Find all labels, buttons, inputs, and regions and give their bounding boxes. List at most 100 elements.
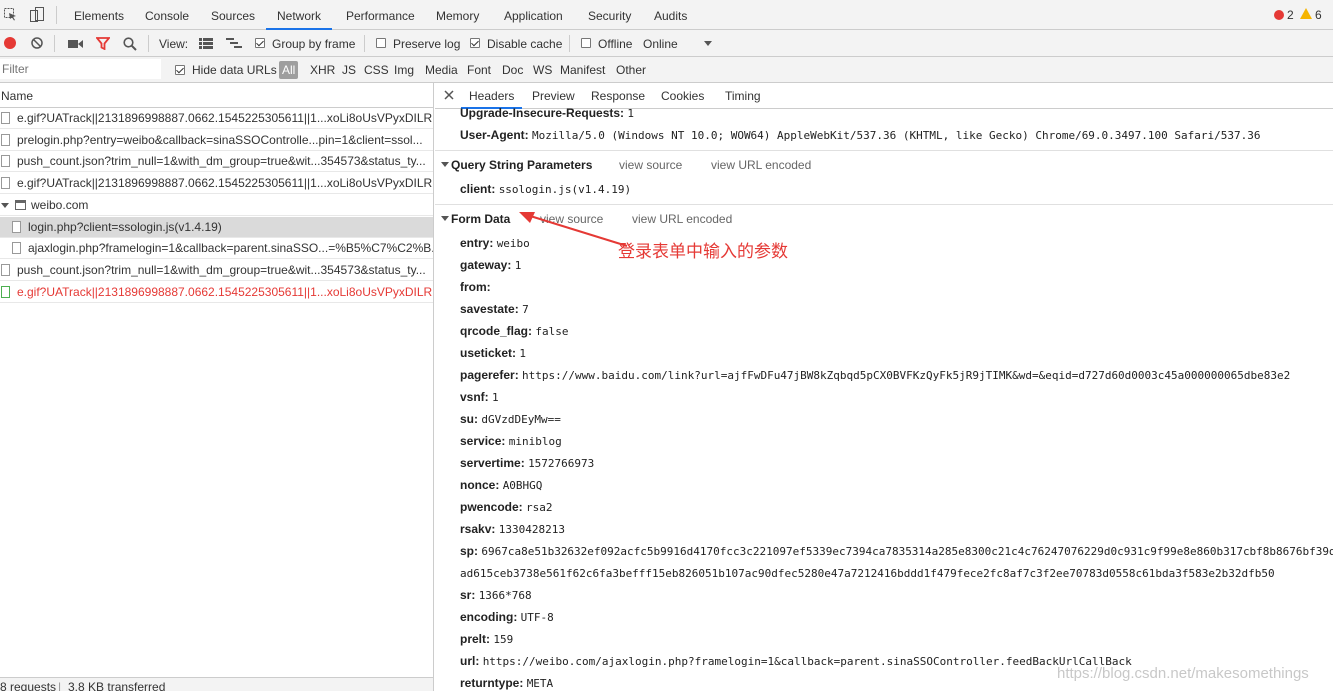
param-key: Upgrade-Insecure-Requests: xyxy=(460,106,625,120)
tab-memory[interactable]: Memory xyxy=(436,0,479,29)
section-toggle-icon[interactable] xyxy=(441,216,449,221)
hide-data-urls-checkbox[interactable] xyxy=(175,65,185,75)
request-name: prelogin.php?entry=weibo&callback=sinaSS… xyxy=(17,132,423,147)
filter-input[interactable] xyxy=(0,59,161,79)
request-count: 8 requests xyxy=(0,680,57,691)
tab-sources[interactable]: Sources xyxy=(211,0,255,29)
large-rows-icon[interactable] xyxy=(199,38,213,49)
tab-elements[interactable]: Elements xyxy=(74,0,124,29)
hide-data-urls-label[interactable]: Hide data URLs xyxy=(192,63,277,77)
param-row: rsakv: 1330428213 xyxy=(460,522,565,536)
expand-triangle-icon[interactable] xyxy=(1,202,9,208)
request-row[interactable]: prelogin.php?entry=weibo&callback=sinaSS… xyxy=(0,130,433,151)
inspect-element-icon[interactable] xyxy=(4,8,17,21)
request-name: push_count.json?trim_null=1&with_dm_grou… xyxy=(17,154,426,169)
form-view-url-encoded-link[interactable]: view URL encoded xyxy=(632,212,732,226)
param-key: pwencode: xyxy=(460,500,523,514)
param-key: client: xyxy=(460,182,496,196)
offline-checkbox[interactable] xyxy=(581,38,591,48)
param-key: qrcode_flag: xyxy=(460,324,533,338)
param-value: 1366*768 xyxy=(478,589,532,602)
param-value: UTF-8 xyxy=(520,611,554,624)
filter-type-all[interactable]: All xyxy=(279,61,299,79)
param-row: prelt: 159 xyxy=(460,632,513,646)
section-toggle-icon[interactable] xyxy=(441,162,449,167)
param-value: rsa2 xyxy=(526,501,553,514)
tab-application[interactable]: Application xyxy=(504,0,563,29)
filter-type-img[interactable]: Img xyxy=(394,63,414,77)
param-row: useticket: 1 xyxy=(460,346,526,360)
filter-type-ws[interactable]: WS xyxy=(533,63,552,77)
filter-icon[interactable] xyxy=(95,37,111,51)
chevron-down-icon[interactable] xyxy=(704,41,712,46)
filter-type-js[interactable]: JS xyxy=(342,63,356,77)
group-by-frame-checkbox[interactable] xyxy=(255,38,265,48)
filter-type-doc[interactable]: Doc xyxy=(502,63,523,77)
warning-count[interactable]: 6 xyxy=(1315,8,1322,22)
group-by-frame-label[interactable]: Group by frame xyxy=(272,37,355,51)
tab-console[interactable]: Console xyxy=(145,0,189,29)
query-section-title[interactable]: Query String Parameters xyxy=(451,158,592,172)
detail-tab-timing[interactable]: Timing xyxy=(725,83,761,109)
filter-type-xhr[interactable]: XHR xyxy=(310,63,335,77)
close-icon[interactable] xyxy=(443,89,455,101)
waterfall-overview-icon[interactable] xyxy=(226,38,242,49)
disable-cache-label[interactable]: Disable cache xyxy=(487,37,562,51)
preserve-log-label[interactable]: Preserve log xyxy=(393,37,460,51)
detail-tab-cookies[interactable]: Cookies xyxy=(661,83,704,109)
param-key: vsnf: xyxy=(460,390,489,404)
param-value: 1 xyxy=(519,347,526,360)
name-column-header[interactable]: Name xyxy=(0,83,433,108)
preserve-log-checkbox[interactable] xyxy=(376,38,386,48)
search-icon[interactable] xyxy=(123,37,137,51)
request-name: ajaxlogin.php?framelogin=1&callback=pare… xyxy=(28,241,433,256)
tab-network[interactable]: Network xyxy=(266,0,333,30)
request-row[interactable]: e.gif?UATrack||2131896998887.0662.154522… xyxy=(0,173,433,195)
request-row[interactable]: e.gif?UATrack||2131896998887.0662.154522… xyxy=(0,108,433,129)
request-name: push_count.json?trim_null=1&with_dm_grou… xyxy=(17,262,426,277)
offline-label[interactable]: Offline xyxy=(598,37,632,51)
param-row: sr: 1366*768 xyxy=(460,588,532,602)
warning-icon[interactable] xyxy=(1300,8,1312,19)
tab-audits[interactable]: Audits xyxy=(654,0,687,29)
capture-screenshots-icon[interactable] xyxy=(68,38,83,48)
throttling-select[interactable]: Online xyxy=(643,37,678,51)
document-file-icon xyxy=(1,133,10,146)
param-key: savestate: xyxy=(460,302,519,316)
param-value: 1330428213 xyxy=(498,523,565,536)
error-count[interactable]: 2 xyxy=(1287,8,1294,22)
request-row[interactable]: push_count.json?trim_null=1&with_dm_grou… xyxy=(0,151,433,173)
clear-icon[interactable] xyxy=(31,37,43,49)
param-key: rsakv: xyxy=(460,522,496,536)
error-icon[interactable] xyxy=(1274,10,1284,20)
filter-type-font[interactable]: Font xyxy=(467,63,491,77)
watermark: https://blog.csdn.net/makesomethings xyxy=(1057,665,1309,682)
device-toolbar-icon[interactable] xyxy=(30,7,44,22)
filter-type-media[interactable]: Media xyxy=(425,63,458,77)
tab-performance[interactable]: Performance xyxy=(346,0,415,29)
param-row: servertime: 1572766973 xyxy=(460,456,594,470)
query-view-source-link[interactable]: view source xyxy=(619,158,682,172)
param-row: gateway: 1 xyxy=(460,258,521,272)
param-value: 1 xyxy=(627,107,635,120)
param-value: false xyxy=(535,325,569,338)
disable-cache-checkbox[interactable] xyxy=(470,38,480,48)
frame-group-row[interactable]: weibo.com xyxy=(0,195,433,216)
param-row: url: https://weibo.com/ajaxlogin.php?fra… xyxy=(460,654,1132,668)
form-section-title[interactable]: Form Data xyxy=(451,212,510,226)
request-row[interactable]: ajaxlogin.php?framelogin=1&callback=pare… xyxy=(0,238,433,260)
filter-type-other[interactable]: Other xyxy=(616,63,646,77)
request-row[interactable]: push_count.json?trim_null=1&with_dm_grou… xyxy=(0,260,433,281)
query-view-url-encoded-link[interactable]: view URL encoded xyxy=(711,158,811,172)
filter-type-css[interactable]: CSS xyxy=(364,63,389,77)
param-value: 159 xyxy=(493,633,514,646)
request-row[interactable]: login.php?client=ssologin.js(v1.4.19) xyxy=(0,216,433,238)
tab-security[interactable]: Security xyxy=(588,0,631,29)
image-file-icon xyxy=(1,285,10,298)
record-icon[interactable] xyxy=(4,37,16,49)
request-name: e.gif?UATrack||2131896998887.0662.154522… xyxy=(17,111,433,125)
param-key: servertime: xyxy=(460,456,525,470)
filter-type-manifest[interactable]: Manifest xyxy=(560,63,605,77)
request-row[interactable]: e.gif?UATrack||2131896998887.0662.154522… xyxy=(0,282,433,303)
param-key: encoding: xyxy=(460,610,518,624)
